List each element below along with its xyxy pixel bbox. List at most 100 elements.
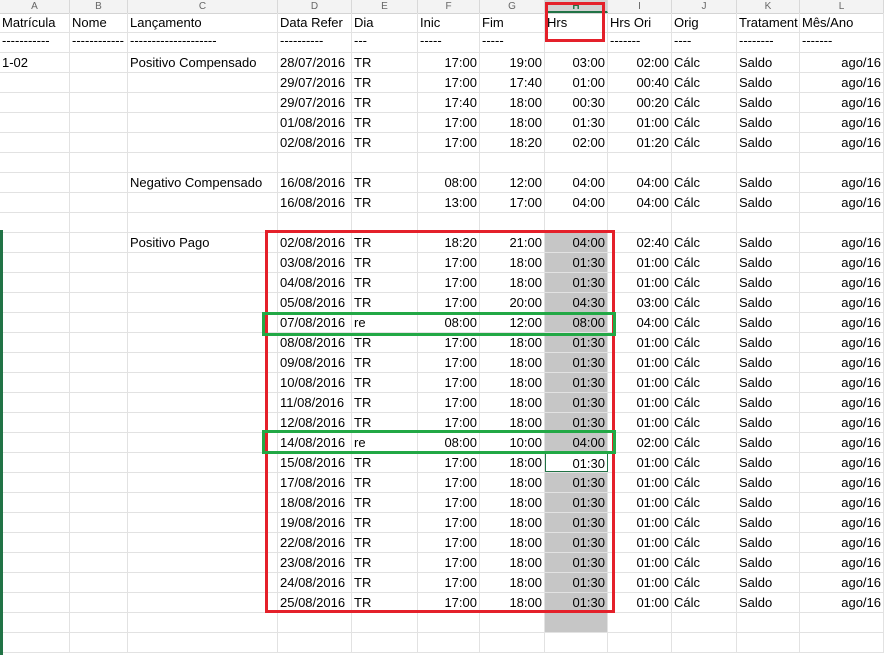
cell-e[interactable]: --- (352, 33, 418, 52)
cell-k[interactable]: Saldo (737, 73, 800, 92)
cell-e[interactable]: TR (352, 73, 418, 92)
column-header-k[interactable]: K (737, 0, 800, 13)
cell-i[interactable] (608, 613, 672, 632)
cell-j[interactable]: Cálc (672, 133, 737, 152)
cell-g[interactable]: 12:00 (480, 313, 545, 332)
cell-g[interactable]: 18:00 (480, 453, 545, 472)
cell-c[interactable] (128, 353, 278, 372)
cell-l[interactable]: ago/16 (800, 233, 884, 252)
cell-e[interactable]: TR (352, 233, 418, 252)
cell-k[interactable]: Tratament (737, 13, 800, 32)
cell-k[interactable]: Saldo (737, 553, 800, 572)
cell-k[interactable] (737, 153, 800, 172)
cell-l[interactable]: ago/16 (800, 493, 884, 512)
cell-k[interactable]: Saldo (737, 273, 800, 292)
cell-i[interactable]: 01:00 (608, 413, 672, 432)
cell-b[interactable] (70, 473, 128, 492)
cell-l[interactable]: ago/16 (800, 473, 884, 492)
cell-f[interactable]: Inic (418, 13, 480, 32)
cell-g[interactable] (480, 213, 545, 232)
cell-h[interactable]: ----- (545, 33, 608, 52)
cell-d[interactable]: 09/08/2016 (278, 353, 352, 372)
cell-e[interactable]: TR (352, 93, 418, 112)
cell-d[interactable]: 15/08/2016 (278, 453, 352, 472)
cell-g[interactable] (480, 613, 545, 632)
cell-j[interactable] (672, 213, 737, 232)
cell-j[interactable]: Cálc (672, 553, 737, 572)
cell-h[interactable]: 00:30 (545, 93, 608, 112)
cell-l[interactable]: ago/16 (800, 533, 884, 552)
cell-i[interactable]: 01:00 (608, 273, 672, 292)
cell-b[interactable]: Nome (70, 13, 128, 32)
cell-f[interactable]: 17:00 (418, 253, 480, 272)
column-header-b[interactable]: B (70, 0, 128, 13)
cell-l[interactable]: ago/16 (800, 573, 884, 592)
cell-g[interactable]: 21:00 (480, 233, 545, 252)
cell-j[interactable]: Cálc (672, 533, 737, 552)
cell-c[interactable] (128, 553, 278, 572)
cell-h[interactable]: 01:30 (545, 553, 608, 572)
cell-b[interactable] (70, 573, 128, 592)
cell-c[interactable] (128, 273, 278, 292)
cell-l[interactable]: ago/16 (800, 313, 884, 332)
cell-l[interactable]: ago/16 (800, 133, 884, 152)
column-header-d[interactable]: D (278, 0, 352, 13)
cell-c[interactable]: -------------------- (128, 33, 278, 52)
cell-g[interactable] (480, 153, 545, 172)
cell-h[interactable]: 01:30 (545, 533, 608, 552)
column-header-h[interactable]: H (545, 0, 608, 13)
cell-k[interactable]: Saldo (737, 373, 800, 392)
cell-k[interactable]: Saldo (737, 593, 800, 612)
cell-f[interactable]: 17:40 (418, 93, 480, 112)
cell-g[interactable]: 18:00 (480, 253, 545, 272)
cell-i[interactable]: 01:00 (608, 113, 672, 132)
cell-d[interactable] (278, 153, 352, 172)
cell-a[interactable] (0, 73, 70, 92)
cell-d[interactable]: 07/08/2016 (278, 313, 352, 332)
cell-g[interactable]: 18:00 (480, 573, 545, 592)
cell-j[interactable]: Cálc (672, 53, 737, 72)
cell-g[interactable]: 18:00 (480, 273, 545, 292)
cell-c[interactable] (128, 473, 278, 492)
cell-d[interactable]: 03/08/2016 (278, 253, 352, 272)
cell-a[interactable] (0, 453, 70, 472)
cell-e[interactable]: re (352, 433, 418, 452)
cell-b[interactable] (70, 273, 128, 292)
cell-a[interactable]: ----------- (0, 33, 70, 52)
cell-d[interactable] (278, 613, 352, 632)
cell-a[interactable] (0, 293, 70, 312)
cell-b[interactable] (70, 533, 128, 552)
cell-e[interactable]: TR (352, 573, 418, 592)
cell-g[interactable]: 18:00 (480, 413, 545, 432)
cell-g[interactable]: 18:00 (480, 533, 545, 552)
cell-h[interactable] (545, 213, 608, 232)
cell-a[interactable] (0, 313, 70, 332)
cell-i[interactable]: Hrs Ori (608, 13, 672, 32)
cell-l[interactable]: ago/16 (800, 273, 884, 292)
cell-g[interactable]: 18:00 (480, 513, 545, 532)
cell-d[interactable]: 16/08/2016 (278, 193, 352, 212)
cell-l[interactable]: ago/16 (800, 253, 884, 272)
cell-f[interactable]: 17:00 (418, 453, 480, 472)
cell-f[interactable]: 17:00 (418, 573, 480, 592)
cell-h[interactable]: 03:00 (545, 53, 608, 72)
cell-f[interactable]: 17:00 (418, 333, 480, 352)
cell-c[interactable] (128, 93, 278, 112)
cell-e[interactable]: TR (352, 453, 418, 472)
cell-f[interactable] (418, 633, 480, 652)
cell-f[interactable]: ----- (418, 33, 480, 52)
cell-e[interactable]: TR (352, 533, 418, 552)
cell-f[interactable]: 17:00 (418, 53, 480, 72)
cell-g[interactable]: 18:00 (480, 493, 545, 512)
cell-e[interactable]: re (352, 313, 418, 332)
cell-k[interactable]: Saldo (737, 433, 800, 452)
cell-i[interactable]: 01:00 (608, 573, 672, 592)
cell-c[interactable] (128, 73, 278, 92)
cell-h[interactable]: 01:30 (545, 413, 608, 432)
cell-a[interactable] (0, 553, 70, 572)
cell-j[interactable]: Cálc (672, 393, 737, 412)
cell-d[interactable]: 11/08/2016 (278, 393, 352, 412)
spreadsheet-grid[interactable]: Matrícula Nome Lançamento Data Refer Dia Inic… (0, 2, 884, 658)
cell-l[interactable]: ago/16 (800, 453, 884, 472)
column-header-i[interactable]: I (608, 0, 672, 13)
